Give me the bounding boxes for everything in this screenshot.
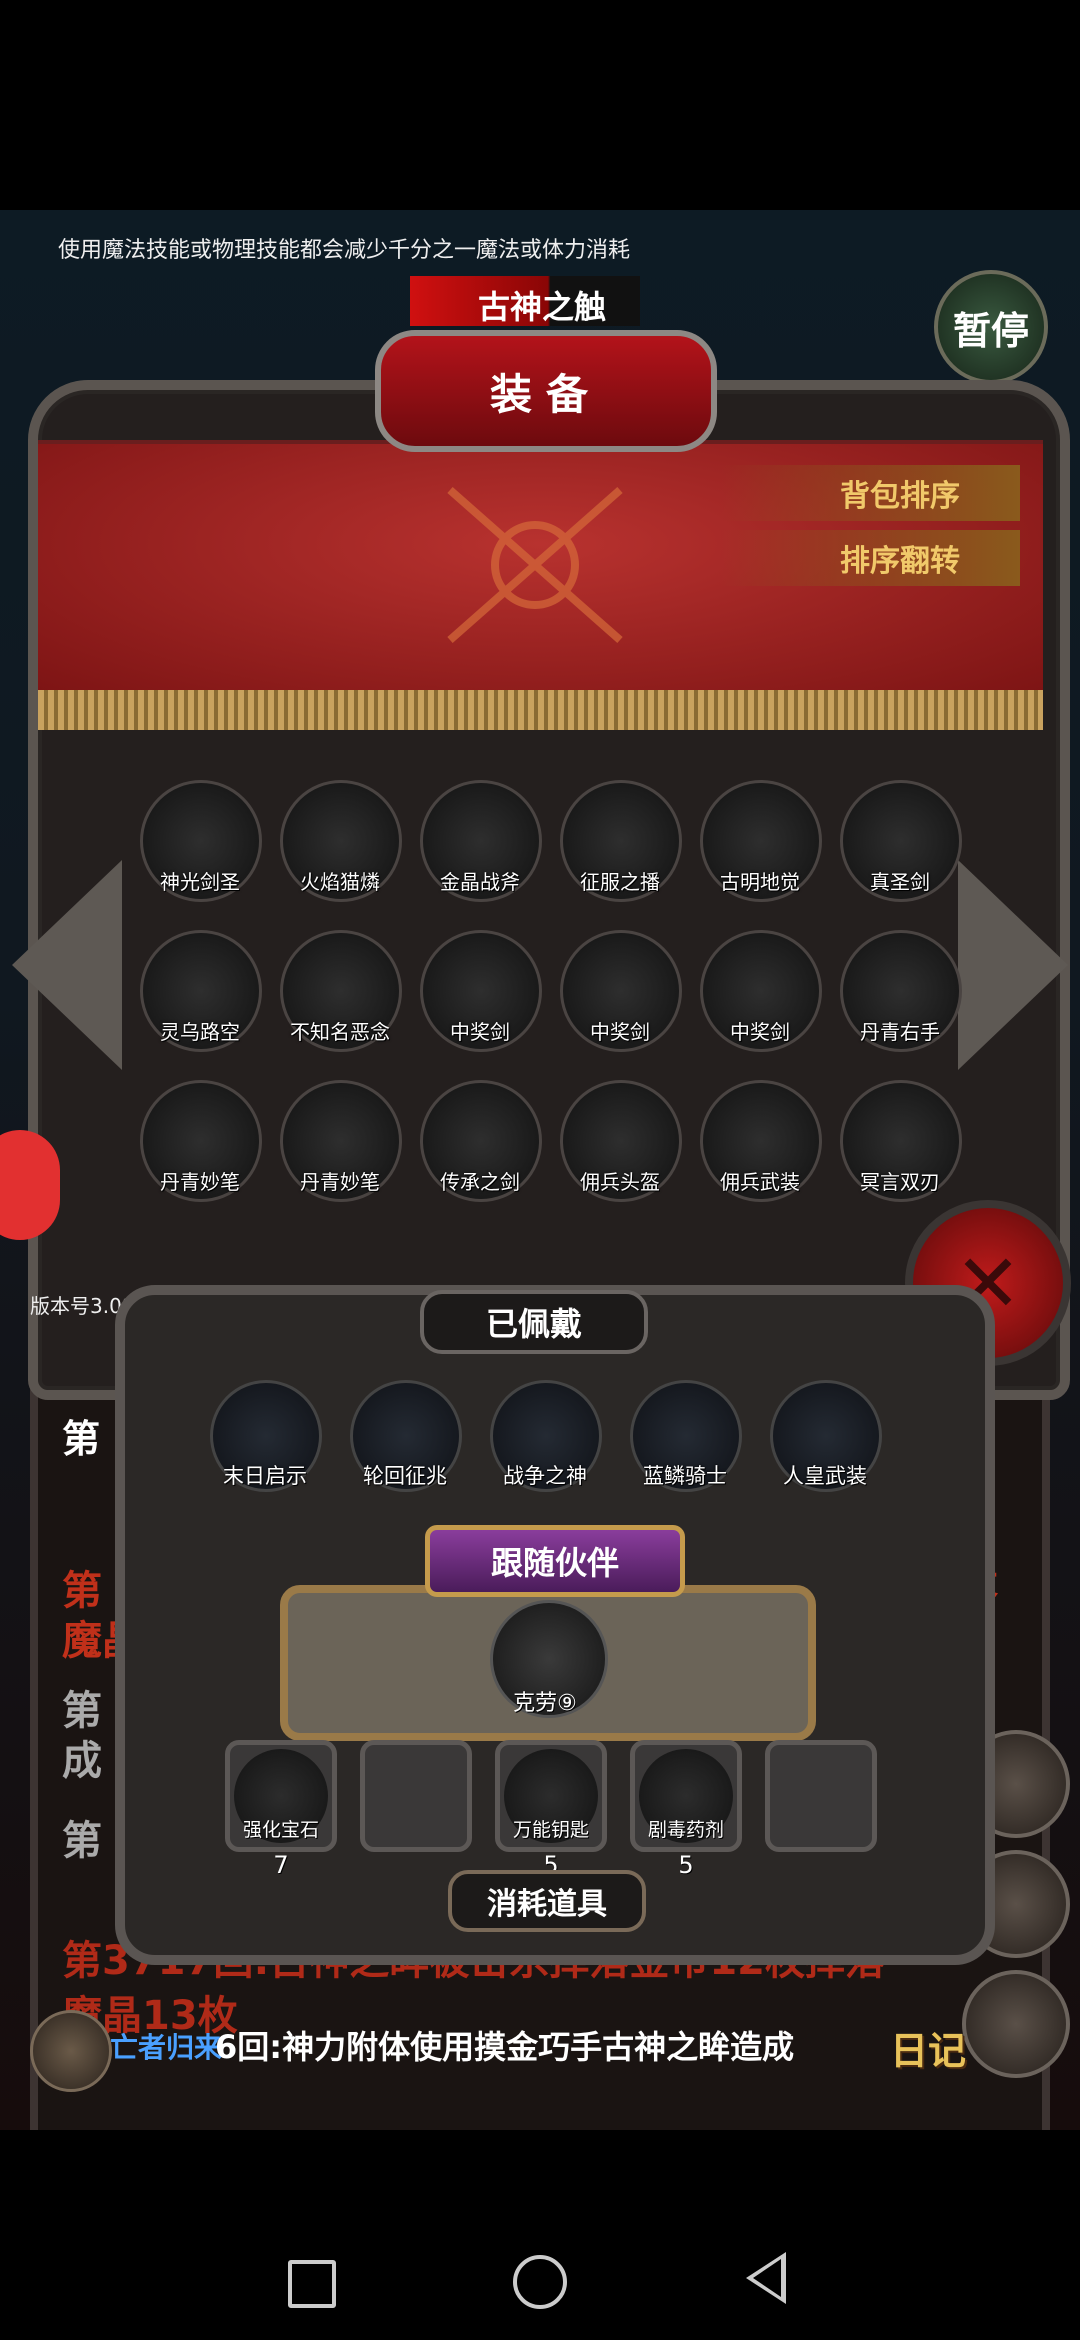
equipped-label: 蓝鳞骑士 bbox=[643, 1464, 727, 1488]
item-label: 丹青右手 bbox=[860, 1020, 940, 1044]
equipped-item[interactable]: 人皇武装 bbox=[770, 1380, 882, 1492]
item-label: 古明地觉 bbox=[720, 870, 800, 894]
sort-flip-button[interactable]: 排序翻转 bbox=[720, 530, 1020, 586]
log-line: 第 bbox=[62, 1818, 102, 1864]
inventory-item[interactable]: 古明地觉 bbox=[700, 780, 822, 902]
consumable-slot[interactable] bbox=[360, 1740, 472, 1852]
log-line: 第 bbox=[62, 1417, 101, 1461]
user-avatar-icon[interactable] bbox=[0, 1130, 60, 1240]
equipped-item[interactable]: 蓝鳞骑士 bbox=[630, 1380, 742, 1492]
equipped-item[interactable]: 轮回征兆 bbox=[350, 1380, 462, 1492]
inventory-item[interactable]: 神光剑圣 bbox=[140, 780, 262, 902]
equipped-title: 已佩戴 bbox=[420, 1290, 648, 1354]
inventory-item[interactable]: 征服之播 bbox=[560, 780, 682, 902]
recents-icon[interactable] bbox=[288, 2260, 336, 2308]
equipped-item[interactable]: 末日启示 bbox=[210, 1380, 322, 1492]
item-label: 中奖剑 bbox=[450, 1020, 510, 1044]
prev-page-arrow-icon[interactable] bbox=[12, 860, 122, 1070]
inventory-item[interactable]: 火焰猫燐 bbox=[280, 780, 402, 902]
item-label: 金晶战斧 bbox=[440, 870, 520, 894]
inventory-item[interactable]: 佣兵武装 bbox=[700, 1080, 822, 1202]
item-label: 不知名恶念 bbox=[290, 1020, 390, 1044]
tip-text: 使用魔法技能或物理技能都会减少千分之一魔法或体力消耗 bbox=[58, 238, 631, 263]
consumable-slot[interactable]: 强化宝石 7 bbox=[225, 1740, 337, 1879]
inventory-item[interactable]: 冥言双刃 bbox=[840, 1080, 962, 1202]
inventory-item[interactable]: 不知名恶念 bbox=[280, 930, 402, 1052]
inventory-item[interactable]: 中奖剑 bbox=[560, 930, 682, 1052]
item-label: 丹青妙笔 bbox=[160, 1170, 240, 1194]
status-avatar bbox=[30, 2010, 112, 2092]
consumables-title: 消耗道具 bbox=[448, 1870, 646, 1932]
back-icon[interactable] bbox=[746, 2252, 786, 2304]
item-label: 中奖剑 bbox=[590, 1020, 650, 1044]
consumable-count: 7 bbox=[273, 1851, 289, 1879]
equipped-label: 轮回征兆 bbox=[363, 1464, 447, 1488]
consumable-label: 剧毒药剂 bbox=[647, 1819, 724, 1841]
consumable-slot[interactable]: 万能钥匙 5 bbox=[495, 1740, 607, 1879]
inventory-item[interactable]: 真圣剑 bbox=[840, 780, 962, 902]
inventory-item[interactable]: 丹青妙笔 bbox=[140, 1080, 262, 1202]
consumable-label: 万能钥匙 bbox=[512, 1819, 589, 1841]
item-label: 中奖剑 bbox=[730, 1020, 790, 1044]
equipped-item[interactable]: 战争之神 bbox=[490, 1380, 602, 1492]
game-screen: 使用魔法技能或物理技能都会减少千分之一魔法或体力消耗 古神之触 暂停 第 第 落… bbox=[0, 210, 1080, 2130]
consumable-slot[interactable] bbox=[765, 1740, 877, 1852]
crossed-swords-emblem bbox=[447, 487, 623, 643]
inventory-item[interactable]: 中奖剑 bbox=[700, 930, 822, 1052]
title-plate: 装备 bbox=[375, 330, 717, 452]
item-label: 灵乌路空 bbox=[160, 1020, 240, 1044]
status-name: 亡者归来 bbox=[110, 2031, 223, 2064]
status-text: 6回:神力附体使用摸金巧手古神之眸造成 bbox=[215, 2028, 795, 2066]
screen-title: 装备 bbox=[489, 369, 602, 419]
inventory-item[interactable]: 金晶战斧 bbox=[420, 780, 542, 902]
item-label: 佣兵武装 bbox=[720, 1170, 800, 1194]
consumable-count: 5 bbox=[678, 1851, 694, 1879]
inventory-item[interactable]: 中奖剑 bbox=[420, 930, 542, 1052]
enemy-name: 古神之触 bbox=[478, 288, 607, 326]
banner-fringe bbox=[38, 690, 1043, 730]
item-label: 真圣剑 bbox=[870, 870, 930, 894]
companion-name: 克劳⑨ bbox=[513, 1691, 577, 1716]
pause-button[interactable]: 暂停 bbox=[934, 270, 1048, 384]
item-label: 佣兵头盔 bbox=[580, 1170, 660, 1194]
item-label: 神光剑圣 bbox=[160, 870, 240, 894]
inventory-item[interactable]: 丹青妙笔 bbox=[280, 1080, 402, 1202]
equipped-label: 战争之神 bbox=[503, 1464, 587, 1488]
inventory-item[interactable]: 佣兵头盔 bbox=[560, 1080, 682, 1202]
item-label: 冥言双刃 bbox=[860, 1170, 940, 1194]
item-label: 火焰猫燐 bbox=[300, 870, 380, 894]
inventory-item[interactable]: 传承之剑 bbox=[420, 1080, 542, 1202]
item-label: 传承之剑 bbox=[440, 1170, 520, 1194]
diary-button[interactable]: 日记 bbox=[890, 2020, 966, 2075]
equipped-label: 人皇武装 bbox=[783, 1464, 867, 1488]
inventory-item[interactable]: 灵乌路空 bbox=[140, 930, 262, 1052]
next-page-arrow-icon[interactable] bbox=[958, 860, 1068, 1070]
equipped-label: 末日启示 bbox=[223, 1464, 307, 1488]
sort-bag-button[interactable]: 背包排序 bbox=[720, 465, 1020, 521]
consumable-slot[interactable]: 剧毒药剂 5 bbox=[630, 1740, 742, 1879]
companion-title: 跟随伙伴 bbox=[425, 1525, 685, 1597]
item-label: 丹青妙笔 bbox=[300, 1170, 380, 1194]
log-line: 成 bbox=[62, 1738, 102, 1784]
diary-book-button[interactable] bbox=[962, 1970, 1070, 2078]
item-label: 征服之播 bbox=[580, 870, 660, 894]
consumable-label: 强化宝石 bbox=[242, 1819, 319, 1841]
home-icon[interactable] bbox=[513, 2255, 567, 2309]
inventory-item[interactable]: 丹青右手 bbox=[840, 930, 962, 1052]
